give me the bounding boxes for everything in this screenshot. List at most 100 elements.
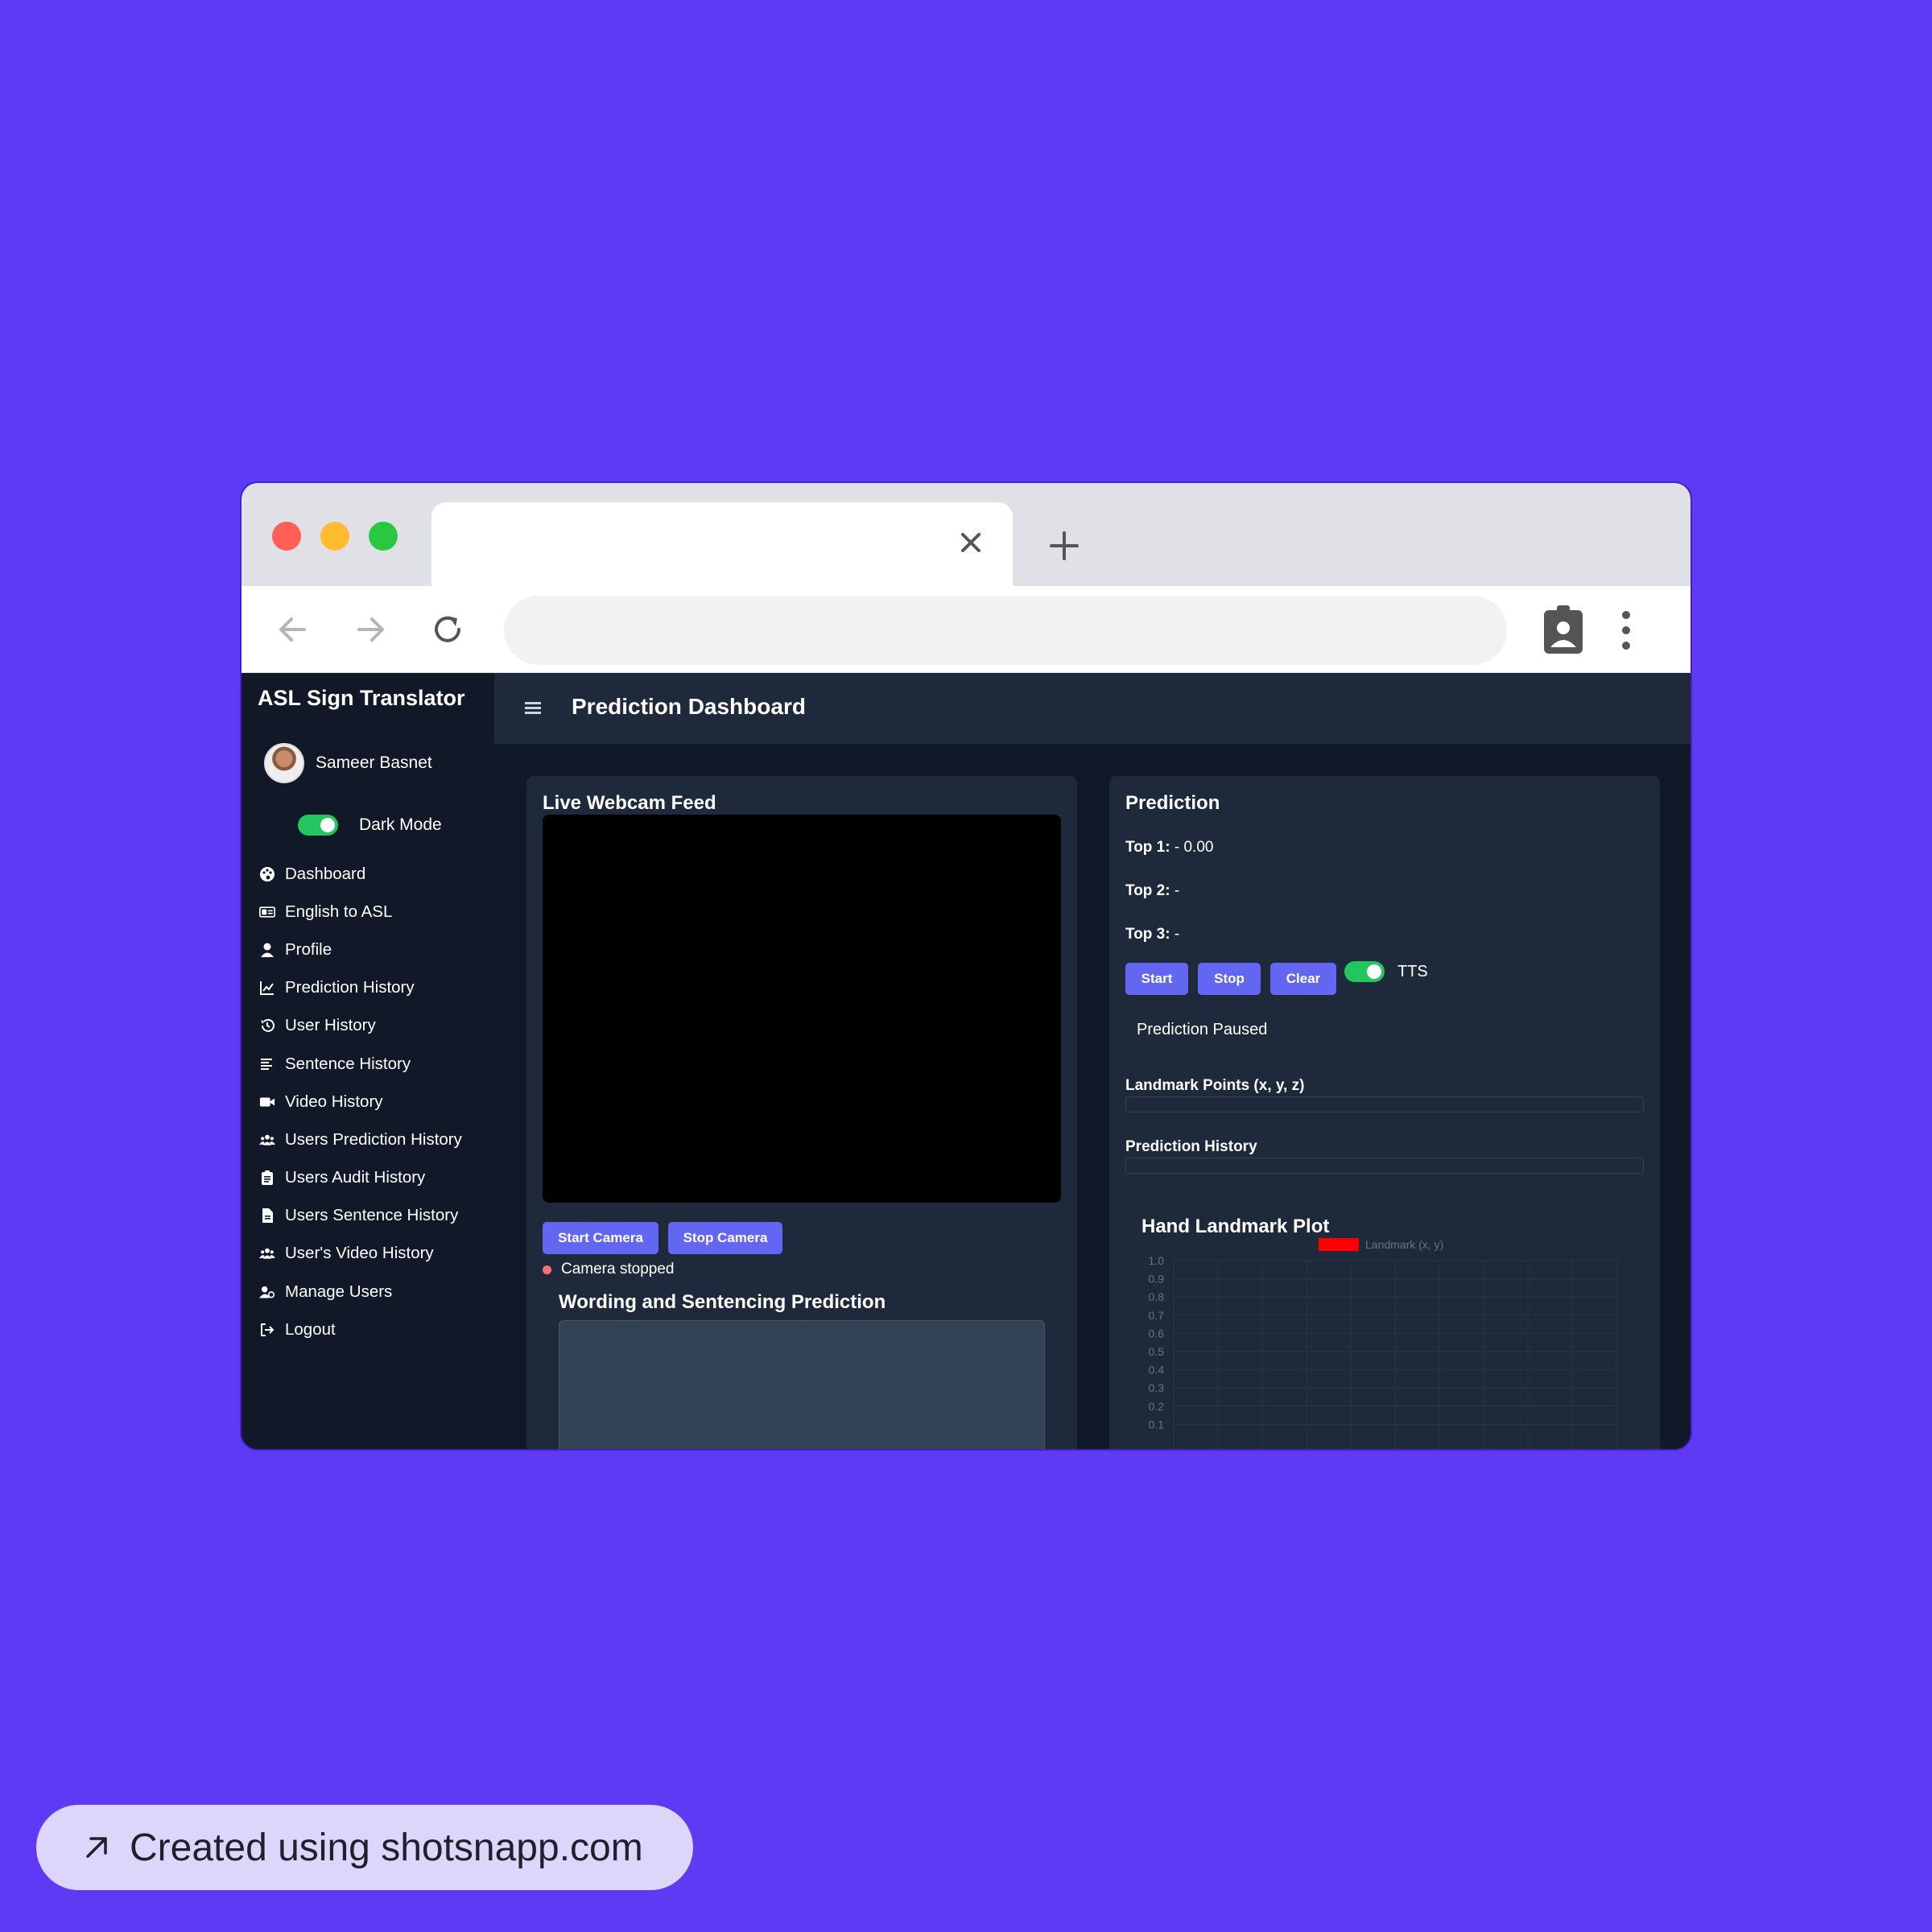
user-profile[interactable]: Sameer Basnet	[264, 742, 432, 784]
address-bar[interactable]	[504, 596, 1507, 665]
video-icon	[258, 1093, 277, 1111]
sidebar-item-label: Manage Users	[285, 1282, 393, 1301]
avatar	[264, 743, 304, 783]
stop-prediction-button[interactable]: Stop	[1198, 963, 1261, 995]
sidebar-item-prediction-history[interactable]: Prediction History	[258, 969, 462, 1007]
y-tick-label: 0.5	[1149, 1345, 1165, 1358]
sidebar-item-label: Users Sentence History	[285, 1206, 459, 1225]
tts-control: TTS	[1344, 961, 1428, 982]
browser-toolbar	[242, 586, 1690, 673]
browser-window: ASL Sign Translator Sameer Basnet Dark M…	[240, 481, 1692, 1451]
back-arrow-icon[interactable]	[274, 610, 312, 649]
sidebar-item-user-history[interactable]: User History	[258, 1007, 462, 1045]
chart-title: Hand Landmark Plot	[1141, 1216, 1330, 1237]
users-icon	[258, 1245, 277, 1262]
top2-line: Top 2: -	[1125, 882, 1179, 900]
palette-icon	[258, 865, 277, 883]
plus-icon[interactable]	[1045, 526, 1084, 565]
history-icon	[258, 1017, 277, 1034]
file-icon	[258, 1207, 277, 1224]
sidebar-item-users-sentence-history[interactable]: Users Sentence History	[258, 1197, 462, 1235]
sidebar-item-profile[interactable]: Profile	[258, 931, 462, 968]
start-camera-button[interactable]: Start Camera	[543, 1222, 658, 1254]
sidebar-item-users-audit-history[interactable]: Users Audit History	[258, 1159, 462, 1197]
browser-tab-bar	[242, 483, 1690, 586]
y-tick-label: 1.0	[1149, 1254, 1165, 1267]
top2-value: -	[1170, 882, 1180, 899]
y-tick-label: 0.7	[1149, 1309, 1165, 1322]
app-root: ASL Sign Translator Sameer Basnet Dark M…	[242, 673, 1690, 1449]
hamburger-menu-icon[interactable]	[525, 702, 541, 715]
top-bar: Prediction Dashboard	[494, 673, 1690, 744]
webcam-card: Live Webcam Feed Start Camera Stop Camer…	[526, 776, 1077, 1449]
sidebar-item-label: User History	[285, 1016, 376, 1035]
top1-label: Top 1:	[1125, 839, 1170, 856]
align-left-icon	[258, 1055, 277, 1073]
clipboard-icon	[258, 1169, 277, 1187]
browser-tab[interactable]	[431, 502, 1013, 586]
prediction-status: Prediction Paused	[1137, 1021, 1268, 1038]
reload-icon[interactable]	[428, 610, 467, 649]
close-window-button[interactable]	[272, 522, 301, 551]
sidebar-item-logout[interactable]: Logout	[258, 1311, 462, 1348]
tts-label: TTS	[1397, 962, 1428, 980]
stop-camera-button[interactable]: Stop Camera	[668, 1222, 782, 1254]
y-tick-label: 0.9	[1149, 1273, 1165, 1286]
sidebar-menu: Dashboard English to ASL Profile Predict…	[258, 855, 462, 1348]
badge-text: Created using shotsnapp.com	[130, 1826, 643, 1869]
top1-line: Top 1: - 0.00	[1125, 839, 1213, 857]
line-chart-icon	[258, 979, 277, 997]
minimize-window-button[interactable]	[320, 522, 349, 551]
close-icon[interactable]	[953, 525, 989, 560]
sidebar-item-label: Dashboard	[285, 864, 366, 883]
user-gear-icon	[258, 1283, 277, 1301]
more-vertical-icon[interactable]	[1616, 607, 1636, 654]
forward-arrow-icon[interactable]	[351, 610, 390, 649]
sidebar-item-manage-users[interactable]: Manage Users	[258, 1273, 462, 1311]
top3-value: -	[1170, 926, 1180, 943]
dark-mode-label: Dark Mode	[359, 815, 442, 834]
sidebar-item-users-prediction-history[interactable]: Users Prediction History	[258, 1121, 462, 1158]
sentence-output-box[interactable]	[559, 1320, 1045, 1449]
prediction-history-label: Prediction History	[1125, 1138, 1257, 1155]
y-tick-label: 0.6	[1149, 1327, 1165, 1340]
y-tick-label: 0.3	[1149, 1381, 1165, 1394]
tts-toggle[interactable]	[1344, 961, 1385, 982]
dark-mode-toggle[interactable]	[298, 815, 338, 836]
maximize-window-button[interactable]	[369, 522, 398, 551]
prediction-card-title: Prediction	[1125, 792, 1220, 814]
top2-label: Top 2:	[1125, 882, 1170, 899]
y-tick-label: 0.2	[1149, 1400, 1165, 1413]
start-prediction-button[interactable]: Start	[1125, 963, 1188, 995]
prediction-card: Prediction Top 1: - 0.00 Top 2: - Top 3:…	[1109, 776, 1660, 1449]
sidebar-item-label: Video History	[285, 1092, 383, 1111]
webcam-card-title: Live Webcam Feed	[543, 792, 716, 814]
sidebar-item-english-to-asl[interactable]: English to ASL	[258, 893, 462, 931]
top3-label: Top 3:	[1125, 926, 1170, 943]
sidebar-item-sentence-history[interactable]: Sentence History	[258, 1045, 462, 1083]
clipboard-account-icon[interactable]	[1539, 604, 1587, 655]
sidebar-item-label: English to ASL	[285, 902, 393, 921]
top3-line: Top 3: -	[1125, 926, 1179, 943]
y-tick-label: 0.8	[1149, 1290, 1165, 1303]
sidebar-item-label: Profile	[285, 939, 332, 959]
sidebar-item-label: Prediction History	[285, 978, 415, 997]
sidebar-item-video-history[interactable]: Video History	[258, 1083, 462, 1121]
sidebar-item-users-video-history[interactable]: User's Video History	[258, 1235, 462, 1273]
sidebar-item-label: User's Video History	[285, 1244, 434, 1263]
shotsnapp-badge[interactable]: Created using shotsnapp.com	[36, 1805, 693, 1890]
id-card-icon	[258, 903, 277, 921]
users-icon	[258, 1131, 277, 1149]
user-icon	[258, 941, 277, 959]
sentence-prediction-title: Wording and Sentencing Prediction	[559, 1291, 886, 1313]
sidebar-item-label: Users Audit History	[285, 1168, 426, 1187]
camera-status: Camera stopped	[543, 1261, 674, 1278]
prediction-history-box	[1125, 1158, 1644, 1174]
y-tick-label: 0.4	[1149, 1364, 1165, 1377]
legend-swatch	[1319, 1238, 1359, 1251]
y-tick-label: 0.1	[1149, 1418, 1165, 1430]
sidebar-item-dashboard[interactable]: Dashboard	[258, 855, 462, 893]
sidebar: ASL Sign Translator Sameer Basnet Dark M…	[242, 673, 494, 1449]
arrow-up-right-icon	[86, 1837, 107, 1858]
clear-button[interactable]: Clear	[1270, 963, 1336, 995]
